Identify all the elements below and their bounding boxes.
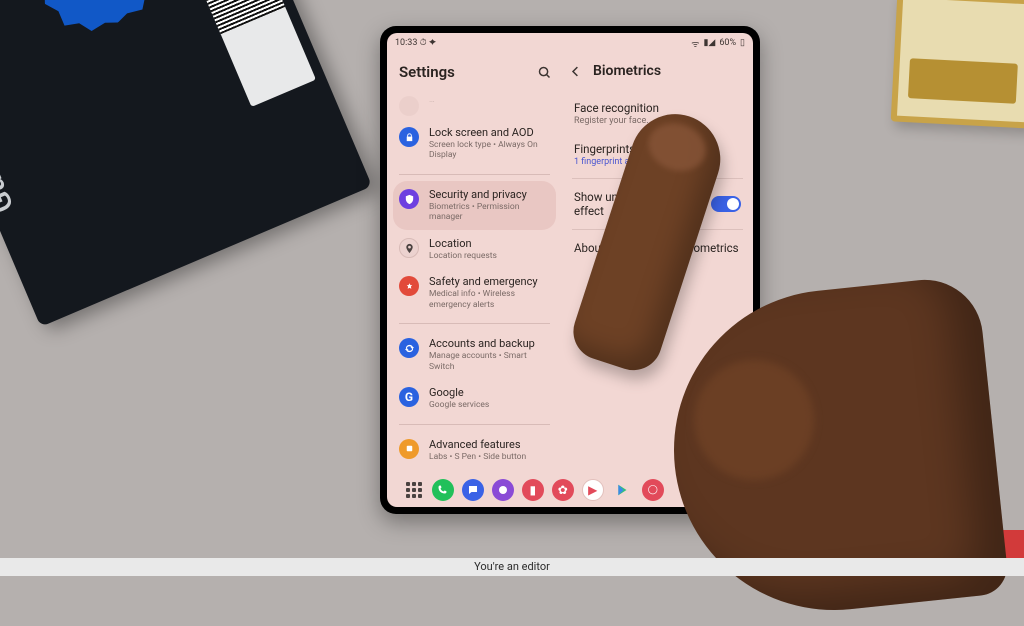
phone-app-icon[interactable] <box>432 479 454 501</box>
menu-item-label: Advanced features <box>429 438 526 452</box>
menu-item-sub: Google services <box>429 400 489 411</box>
settings-title: Settings <box>399 63 455 81</box>
search-icon[interactable] <box>537 65 552 80</box>
messages-app-icon[interactable] <box>462 479 484 501</box>
toggle-switch-on[interactable] <box>711 196 741 212</box>
menu-item-label: Google <box>429 386 489 400</box>
sync-icon <box>399 338 419 358</box>
option-sub-link: 1 fingerprint added <box>574 157 741 167</box>
option-title: Face recognition <box>574 101 741 115</box>
option-unlock-transition[interactable]: Show unlock transition effect <box>568 182 747 226</box>
emergency-icon <box>399 276 419 296</box>
menu-item-accounts[interactable]: Accounts and backup Manage accounts • Sm… <box>387 330 562 379</box>
settings-master-panel: Settings … Lock scr <box>387 53 562 473</box>
wifi-icon: ᯤ <box>691 37 699 50</box>
notes-app-icon[interactable]: ▮ <box>522 479 544 501</box>
product-box: Galaxy Z Fold6 <box>0 0 372 327</box>
menu-item-sub: Screen lock type • Always On Display <box>429 140 552 161</box>
status-right: ᯤ ▮◢ 60% ▯ <box>691 37 745 50</box>
location-pin-icon <box>399 238 419 258</box>
menu-item-google[interactable]: G Google Google services <box>387 379 562 417</box>
menu-item-lockscreen[interactable]: Lock screen and AOD Screen lock type • A… <box>387 119 562 168</box>
barcode-icon <box>181 0 316 107</box>
menu-item-sub: Location requests <box>429 251 497 262</box>
battery-text: 60% <box>719 38 736 48</box>
menu-item-sub: Manage accounts • Smart Switch <box>429 351 552 372</box>
option-face-recognition[interactable]: Face recognition Register your face. <box>568 93 747 134</box>
menu-item-sub: Biometrics • Permission manager <box>429 202 550 223</box>
youtube-app-icon[interactable]: ▶ <box>582 479 604 501</box>
status-time: 10:33 ⏱ ✦ <box>395 38 436 48</box>
screen: 10:33 ⏱ ✦ ᯤ ▮◢ 60% ▯ Settings <box>387 33 753 507</box>
menu-item-label: Safety and emergency <box>429 275 552 289</box>
battery-icon: ▯ <box>740 38 745 48</box>
menu-item-label: Lock screen and AOD <box>429 126 552 140</box>
apps-drawer-icon[interactable] <box>404 480 424 500</box>
ytmusic-app-icon[interactable]: ◯ <box>642 479 664 501</box>
menu-item-advanced[interactable]: Advanced features Labs • S Pen • Side bu… <box>387 431 562 469</box>
bottom-right-object <box>990 530 1024 558</box>
nav-recents-icon[interactable]: ||| <box>680 483 690 498</box>
settings-detail-panel: Biometrics Face recognition Register you… <box>562 53 753 473</box>
option-title: Show unlock transition effect <box>574 190 711 218</box>
status-bar: 10:33 ⏱ ✦ ᯤ ▮◢ 60% ▯ <box>387 33 753 53</box>
menu-item-label: Accounts and backup <box>429 337 552 351</box>
menu-item-security[interactable]: Security and privacy Biometrics • Permis… <box>393 181 556 230</box>
option-about-biometrics[interactable]: About unlocking with biometrics <box>568 233 747 263</box>
nav-home-icon[interactable]: ▢ <box>703 483 715 498</box>
advanced-icon <box>399 439 419 459</box>
product-name: Galaxy Z Fold6 <box>0 16 21 218</box>
wooden-object <box>891 0 1024 129</box>
menu-item-cutoff[interactable]: … <box>387 95 562 119</box>
back-icon[interactable] <box>568 64 583 79</box>
lock-icon <box>399 127 419 147</box>
gallery-app-icon[interactable]: ✿ <box>552 479 574 501</box>
product-badge-icon <box>16 0 173 46</box>
menu-item-label: Security and privacy <box>429 188 550 202</box>
detail-title: Biometrics <box>593 63 661 79</box>
option-fingerprints[interactable]: Fingerprints 1 fingerprint added <box>568 134 747 175</box>
browser-app-icon[interactable] <box>492 479 514 501</box>
shield-icon <box>399 189 419 209</box>
bottom-caption-bar: You're an editor <box>0 558 1024 576</box>
tablet-device: 10:33 ⏱ ✦ ᯤ ▮◢ 60% ▯ Settings <box>380 26 760 514</box>
menu-item-label: Location <box>429 237 497 251</box>
settings-menu: … Lock screen and AOD Screen lock type •… <box>387 95 562 473</box>
menu-item-sub: Medical info • Wireless emergency alerts <box>429 289 552 310</box>
google-icon: G <box>399 387 419 407</box>
menu-item-location[interactable]: Location Location requests <box>387 230 562 268</box>
taskbar: ▮ ✿ ▶ ◯ ||| ▢ < <box>387 473 753 507</box>
option-title: About unlocking with biometrics <box>574 241 741 255</box>
signal-icon: ▮◢ <box>703 38 715 48</box>
menu-item-sub: Labs • S Pen • Side button <box>429 452 526 463</box>
option-title: Fingerprints <box>574 142 741 156</box>
nav-back-icon[interactable]: < <box>730 483 737 498</box>
option-sub: Register your face. <box>574 116 741 126</box>
menu-item-safety[interactable]: Safety and emergency Medical info • Wire… <box>387 268 562 317</box>
play-store-icon[interactable] <box>612 479 634 501</box>
